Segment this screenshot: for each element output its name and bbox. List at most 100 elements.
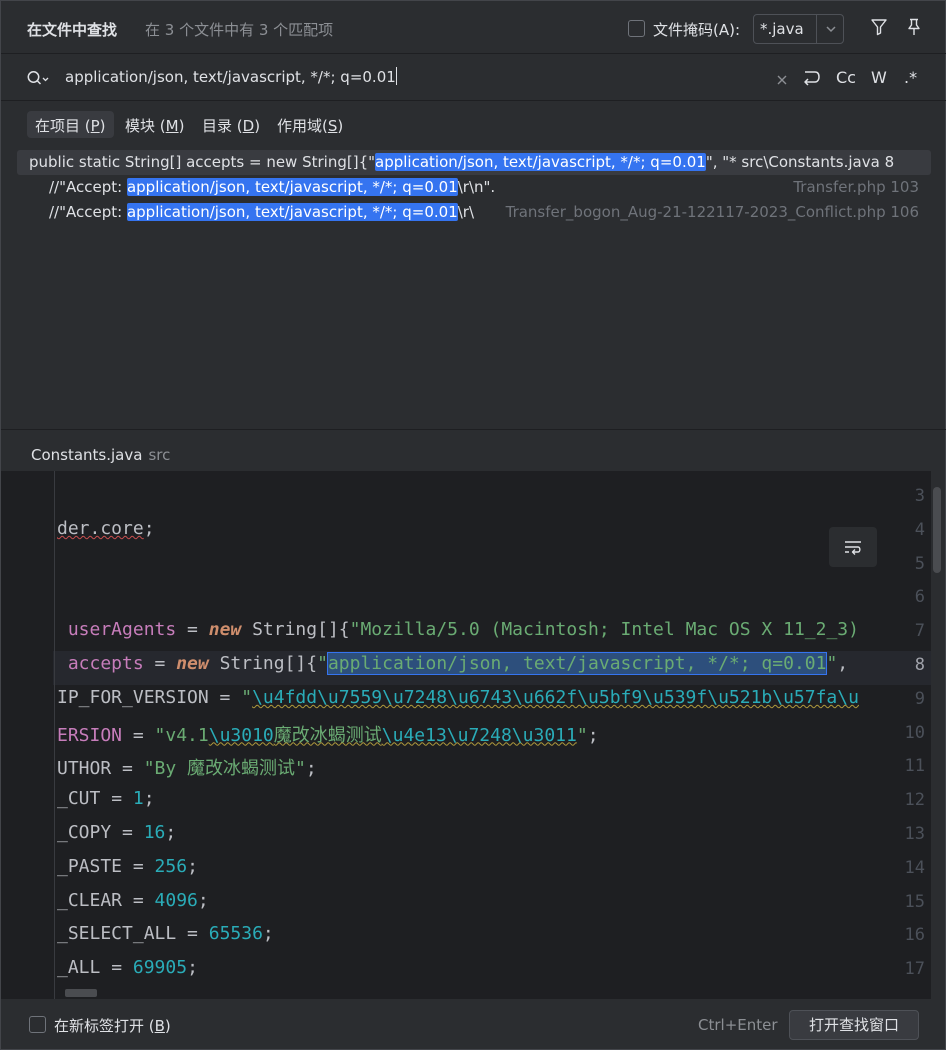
code-token: ": [317, 653, 328, 674]
regex-toggle[interactable]: .*: [904, 68, 917, 87]
open-in-new-tab-text: 在新标签打开 (: [54, 1017, 155, 1035]
vertical-scrollbar[interactable]: [933, 487, 941, 573]
code-line: _ALL = 69905;: [57, 957, 198, 978]
file-mask-checkbox[interactable]: [628, 20, 645, 37]
dialog-footer: 在新标签打开 (B) Ctrl+Enter 打开查找窗口: [1, 999, 946, 1050]
code-token: =: [111, 822, 144, 843]
file-mask-label: 文件掩码(A):: [653, 21, 741, 39]
chevron-down-icon[interactable]: [820, 19, 842, 39]
horizontal-scrollbar[interactable]: [65, 989, 97, 997]
code-token: =: [208, 686, 242, 708]
tab-project-tail: ): [99, 117, 106, 135]
result-line-text: public static String[] accepts = new Str…: [29, 153, 894, 171]
filter-icon[interactable]: [869, 17, 889, 37]
tab-project-mnemonic: P: [90, 117, 100, 135]
code-token: 4096: [154, 889, 198, 911]
splitter[interactable]: [1, 429, 946, 430]
code-token: =: [143, 653, 177, 674]
preview-file-name: Constants.java: [31, 446, 143, 464]
code-token: ;: [187, 855, 198, 877]
line-number: 15: [904, 891, 925, 912]
code-token: accepts: [57, 653, 144, 674]
result-before: public static String[] accepts = new Str…: [29, 153, 376, 171]
line-number: 11: [904, 756, 925, 777]
result-line-text: //"Accept: application/json, text/javasc…: [49, 203, 474, 221]
code-token: ;: [305, 758, 317, 780]
code-token: 256: [154, 855, 188, 877]
line-number: 3: [914, 486, 925, 506]
tab-module-tail: ): [178, 117, 185, 135]
code-token: =: [122, 724, 155, 746]
code-line: accepts = new String[]{"application/json…: [57, 652, 848, 675]
open-in-new-tab-tail: ): [164, 1017, 171, 1035]
dialog-title: 在文件中查找: [27, 21, 118, 39]
tab-scope-label: 作用域(: [277, 117, 328, 135]
code-line: _COPY = 16;: [57, 822, 176, 843]
code-token: =: [122, 889, 155, 911]
code-token: 69905: [132, 957, 188, 979]
code-line: userAgents = new String[]{"Mozilla/5.0 (…: [57, 619, 859, 640]
tab-directory[interactable]: 目录 (D): [194, 111, 268, 138]
result-row[interactable]: public static String[] accepts = new Str…: [17, 150, 931, 175]
code-token: 1: [132, 788, 144, 810]
line-number: 17: [904, 959, 925, 980]
code-token: ;: [143, 517, 155, 539]
code-token: UTHOR: [57, 758, 112, 780]
line-number: 8: [914, 655, 925, 675]
result-match: application/json, text/javascript, */*; …: [375, 153, 706, 171]
code-token: \u4fdd\u7559\u7248\u6743\u662f\u5bf9\u53…: [252, 686, 859, 708]
code-token: =: [176, 619, 209, 641]
result-file: Transfer_bogon_Aug-21-122117-2023_Confli…: [499, 203, 919, 221]
preview-dir: src: [148, 446, 171, 464]
find-in-files-dialog: 在文件中查找 在 3 个文件中有 3 个匹配项 文件掩码(A): *.java …: [0, 0, 946, 1050]
line-number: 16: [904, 925, 925, 946]
line-number: 10: [904, 722, 925, 743]
tab-directory-tail: ): [254, 117, 261, 135]
code-line: _CLEAR = 4096;: [57, 890, 209, 911]
text-caret: [395, 67, 397, 85]
tab-scope-tail: ): [337, 117, 344, 135]
code-token: userAgents: [57, 619, 177, 641]
result-row[interactable]: //"Accept: application/json, text/javasc…: [17, 175, 931, 200]
file-mask-combo[interactable]: *.java: [753, 14, 844, 44]
pin-icon[interactable]: [904, 17, 924, 37]
code-line: IP_FOR_VERSION = "\u4fdd\u7559\u7248\u67…: [57, 687, 859, 708]
code-token: _PASTE: [57, 855, 123, 877]
line-number: 5: [914, 553, 925, 574]
code-line: _SELECT_ALL = 65536;: [57, 923, 274, 944]
results-list: public static String[] accepts = new Str…: [1, 147, 946, 430]
match-case-toggle[interactable]: Cc: [836, 68, 856, 87]
search-history-icon[interactable]: [26, 69, 50, 87]
tab-scope[interactable]: 作用域(S): [269, 111, 351, 138]
code-token: ;: [165, 822, 177, 843]
search-input[interactable]: application/json, text/javascript, */*; …: [65, 67, 397, 86]
code-line: der.core;: [57, 518, 155, 539]
code-token: =: [100, 788, 133, 810]
code-token: ;: [143, 788, 155, 810]
soft-wrap-button[interactable]: [829, 527, 877, 567]
tab-project[interactable]: 在项目 (P): [27, 111, 114, 138]
code-token: 魔改冰蝎测试: [273, 724, 382, 746]
code-token: _CLEAR: [57, 889, 123, 911]
clear-icon[interactable]: [775, 73, 789, 87]
code-token: _SELECT_ALL: [57, 923, 177, 945]
code-line: ERSION = "v4.1\u3010魔改冰蝎测试\u4e13\u7248\u…: [57, 721, 599, 747]
code-token: ;: [262, 923, 274, 945]
result-row[interactable]: //"Accept: application/json, text/javasc…: [17, 200, 931, 225]
file-mask-value: *.java: [760, 20, 804, 38]
code-token: "By 魔改冰蝎测试": [143, 758, 306, 780]
code-token: \u4e13\u7248\u3011: [381, 724, 577, 746]
open-find-window-button[interactable]: 打开查找窗口: [789, 1010, 919, 1040]
code-token: _COPY: [57, 822, 112, 843]
code-token: =: [122, 855, 155, 877]
code-preview[interactable]: 3 4 der.core; 5 6 7 userAgents = new String[]…: [1, 471, 931, 999]
newline-icon[interactable]: [800, 69, 822, 89]
whole-words-toggle[interactable]: W: [871, 68, 887, 87]
match-summary: 在 3 个文件中有 3 个匹配项: [145, 21, 334, 39]
tab-module[interactable]: 模块 (M): [117, 111, 192, 138]
tab-scope-mnemonic: S: [327, 117, 338, 135]
file-mask-separator: [816, 15, 817, 43]
open-in-new-tab-checkbox[interactable]: [29, 1016, 46, 1033]
code-line: _CUT = 1;: [57, 788, 155, 809]
code-token: =: [176, 923, 209, 945]
